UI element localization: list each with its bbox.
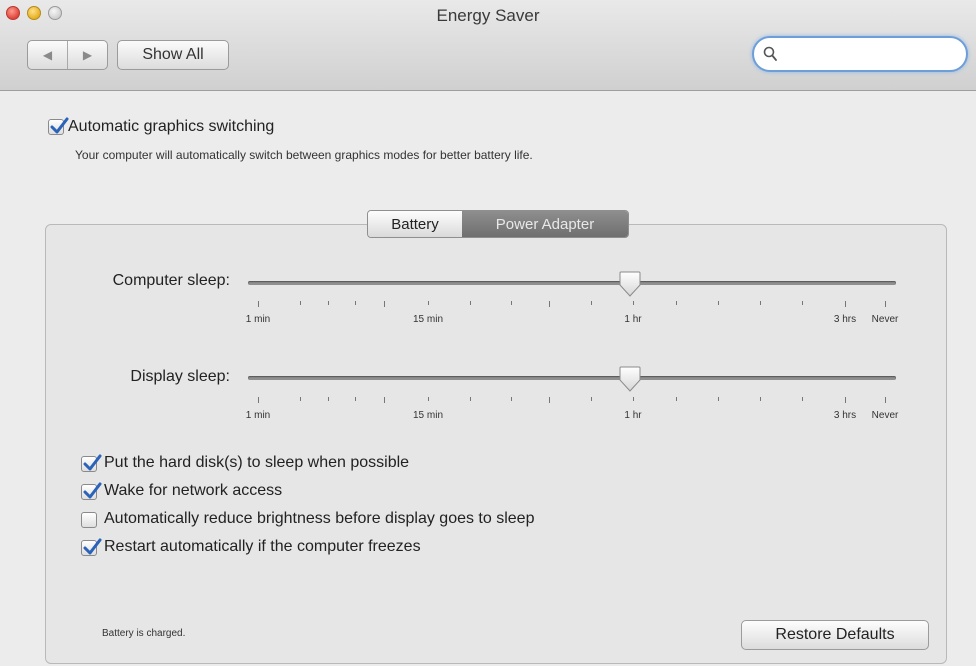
computer-sleep-slider-thumb[interactable] <box>618 270 642 303</box>
slider-tick <box>760 397 761 401</box>
slider-tick-label: Never <box>871 410 899 421</box>
slider-tick <box>549 301 550 307</box>
tab-power-adapter[interactable]: Power Adapter <box>462 211 628 237</box>
slider-tick <box>718 397 719 401</box>
slider-tick <box>300 397 301 401</box>
reduce-brightness-label: Automatically reduce brightness before d… <box>104 510 535 527</box>
power-adapter-panel <box>45 224 947 664</box>
search-input[interactable] <box>786 43 960 67</box>
slider-tick <box>591 301 592 305</box>
restart-freeze-label: Restart automatically if the computer fr… <box>104 538 421 555</box>
back-forward-control: ◀ ▶ <box>27 40 108 70</box>
slider-tick-label: 1 hr <box>624 410 642 421</box>
tab-battery[interactable]: Battery <box>368 211 462 237</box>
slider-tick-label: Never <box>871 314 899 325</box>
slider-tick <box>845 397 846 403</box>
slider-tick <box>676 301 677 305</box>
slider-tick <box>258 301 259 307</box>
graphics-switching-checkbox[interactable] <box>48 117 69 135</box>
energy-saver-window: Energy Saver ◀ ▶ Show All Automatic grap… <box>0 0 976 666</box>
wake-network-checkbox[interactable] <box>81 482 102 500</box>
hard-disk-sleep-checkbox[interactable] <box>81 454 102 472</box>
forward-arrow-icon[interactable]: ▶ <box>68 41 107 69</box>
slider-tick-label: 15 min <box>412 314 444 325</box>
slider-tick <box>428 301 429 305</box>
slider-tick <box>885 301 886 307</box>
window-toolbar: Energy Saver ◀ ▶ Show All <box>0 0 976 91</box>
slider-tick <box>511 301 512 305</box>
display-sleep-slider-thumb[interactable] <box>618 365 642 398</box>
graphics-switching-description: Your computer will automatically switch … <box>75 148 533 162</box>
slider-tick-label: 1 min <box>245 410 271 421</box>
checkmark-icon <box>50 117 69 134</box>
slider-tick <box>591 397 592 401</box>
slider-tick-label: 1 min <box>245 314 271 325</box>
slider-tick <box>470 301 471 305</box>
slider-tick-label: 1 hr <box>624 314 642 325</box>
slider-tick <box>760 301 761 305</box>
search-field[interactable] <box>752 36 968 72</box>
battery-status-text: Battery is charged. <box>102 628 186 639</box>
slider-tick-label: 3 hrs <box>833 410 857 421</box>
back-arrow-icon[interactable]: ◀ <box>28 41 68 69</box>
checkmark-icon <box>83 482 102 499</box>
slider-tick <box>384 397 385 403</box>
slider-tick <box>511 397 512 401</box>
slider-tick <box>328 397 329 401</box>
slider-tick <box>676 397 677 401</box>
window-title: Energy Saver <box>436 6 540 25</box>
hard-disk-sleep-label: Put the hard disk(s) to sleep when possi… <box>104 454 410 471</box>
display-sleep-track[interactable] <box>248 376 896 380</box>
slider-tick <box>718 301 719 305</box>
slider-tick <box>802 397 803 401</box>
restart-freeze-checkbox[interactable] <box>81 538 102 556</box>
slider-tick <box>885 397 886 403</box>
power-source-tabs: Battery Power Adapter <box>367 210 629 238</box>
checkmark-icon <box>83 454 102 471</box>
reduce-brightness-checkbox[interactable] <box>81 512 97 528</box>
slider-tick <box>258 397 259 403</box>
slider-tick-label: 3 hrs <box>833 314 857 325</box>
restore-defaults-button[interactable]: Restore Defaults <box>741 620 929 650</box>
display-sleep-label: Display sleep: <box>130 368 230 385</box>
wake-network-label: Wake for network access <box>104 482 283 499</box>
slider-tick <box>470 397 471 401</box>
computer-sleep-track[interactable] <box>248 281 896 285</box>
magnifier-icon <box>763 46 777 61</box>
slider-tick <box>428 397 429 401</box>
slider-tick <box>549 397 550 403</box>
slider-knob-icon <box>619 271 641 297</box>
checkmark-icon <box>83 538 102 555</box>
graphics-switching-label: Automatic graphics switching <box>68 118 275 135</box>
slider-tick-label: 15 min <box>412 410 444 421</box>
slider-knob-icon <box>619 366 641 392</box>
slider-tick <box>328 301 329 305</box>
show-all-button[interactable]: Show All <box>117 40 229 70</box>
slider-tick <box>300 301 301 305</box>
slider-tick <box>355 397 356 401</box>
slider-tick <box>355 301 356 305</box>
slider-tick <box>384 301 385 307</box>
slider-tick <box>845 301 846 307</box>
slider-tick <box>802 301 803 305</box>
computer-sleep-label: Computer sleep: <box>112 272 230 289</box>
